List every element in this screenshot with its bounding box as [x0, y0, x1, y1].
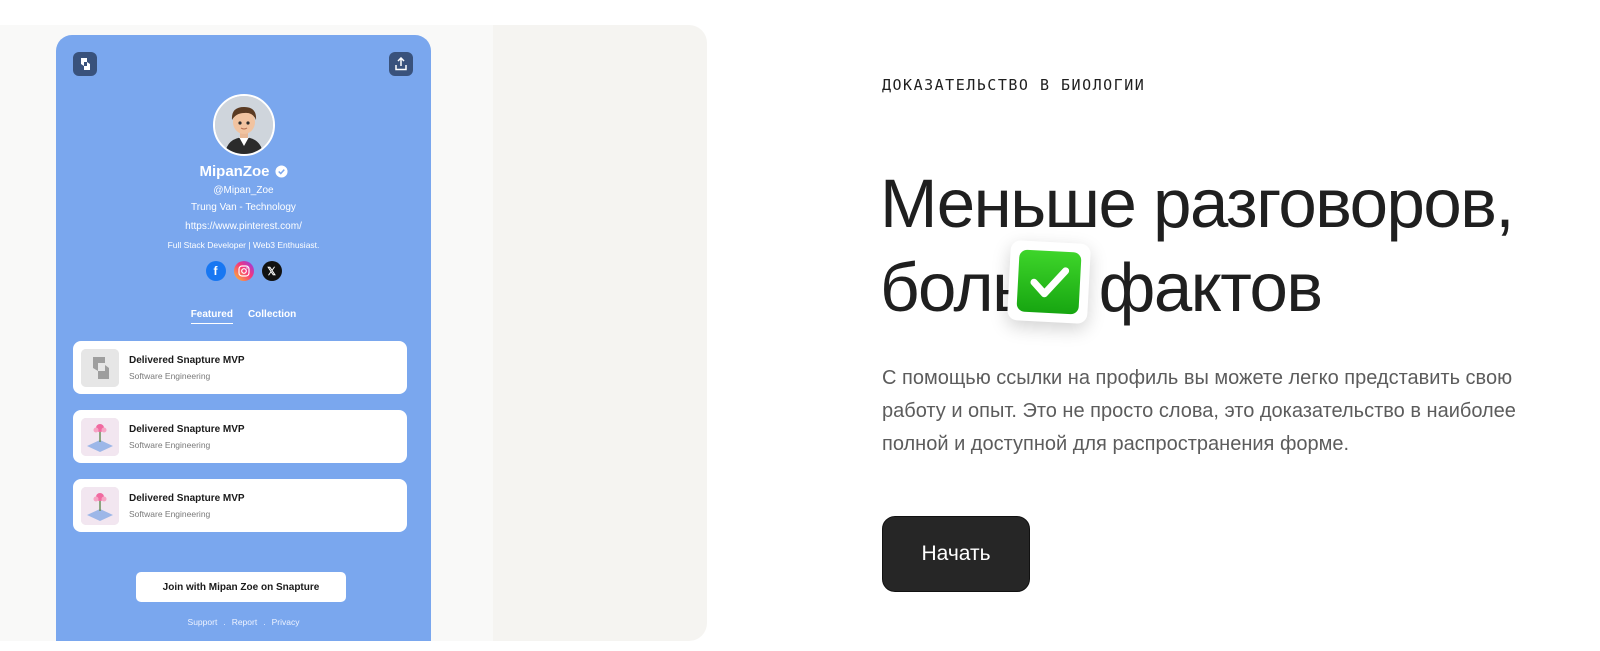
description-paragraph: С помощью ссылки на профиль вы можете ле…: [882, 367, 1516, 455]
profile-handle: @Mipan_Zoe: [213, 185, 274, 196]
snapture-logo-icon: [81, 349, 119, 387]
card-subtitle: Software Engineering: [129, 440, 211, 450]
x-icon[interactable]: 𝕏: [261, 261, 282, 281]
profile-tabs: Featured Collection: [56, 309, 431, 324]
section-eyebrow: ДОКАЗАТЕЛЬСТВО В БИОЛОГИИ: [882, 76, 1146, 94]
project-card[interactable]: Delivered Snapture MVP Software Engineer…: [73, 341, 407, 394]
facebook-icon[interactable]: f: [205, 261, 226, 281]
card-subtitle: Software Engineering: [129, 509, 211, 519]
snapture-logo-icon: [81, 58, 90, 70]
profile-name-row: MipanZoe: [56, 163, 431, 180]
share-button[interactable]: [389, 52, 413, 76]
instagram-icon[interactable]: [233, 261, 254, 281]
headline: Меньше разговоров, боль фактов: [880, 162, 1515, 330]
phone-profile-preview: MipanZoe @Mipan_Zoe Trung Van - Technolo…: [56, 35, 431, 641]
share-icon: [395, 57, 407, 71]
instagram-glyph: [237, 265, 250, 277]
footer-link-privacy[interactable]: Privacy: [272, 617, 300, 627]
avatar: [213, 94, 275, 156]
card-title: Delivered Snapture MVP: [129, 493, 245, 504]
headline-line-2-suffix: фактов: [1098, 249, 1323, 326]
artwork-thumbnail: [81, 418, 119, 456]
profile-name: MipanZoe: [199, 163, 270, 180]
footer-separator: .: [223, 617, 226, 627]
join-button[interactable]: Join with Mipan Zoe on Snapture: [136, 572, 346, 602]
social-links: f 𝕏: [56, 261, 431, 281]
start-button[interactable]: Начать: [882, 516, 1030, 592]
checkmark-box: [1016, 249, 1082, 315]
project-card[interactable]: Delivered Snapture MVP Software Engineer…: [73, 479, 407, 532]
project-card[interactable]: Delivered Snapture MVP Software Engineer…: [73, 410, 407, 463]
profile-subtitle: Trung Van - Technology: [191, 202, 296, 213]
footer-link-report[interactable]: Report: [232, 617, 258, 627]
snapture-logo-button[interactable]: [73, 52, 97, 76]
check-glyph: [1030, 267, 1069, 298]
tab-featured[interactable]: Featured: [190, 309, 233, 324]
card-title: Delivered Snapture MVP: [129, 355, 245, 366]
card-subtitle: Software Engineering: [129, 371, 211, 381]
footer-link-support[interactable]: Support: [188, 617, 218, 627]
verified-badge-icon: [274, 165, 288, 178]
artwork-thumbnail: [81, 487, 119, 525]
headline-line-1: Меньше разговоров,: [880, 165, 1515, 242]
profile-url[interactable]: https://www.pinterest.com/: [56, 221, 431, 232]
profile-footer: Support . Report . Privacy: [56, 617, 431, 627]
preview-panel: MipanZoe @Mipan_Zoe Trung Van - Technolo…: [0, 25, 707, 641]
artwork-image: [81, 418, 119, 456]
footer-separator: .: [263, 617, 266, 627]
profile-bio: Full Stack Developer | Web3 Enthusiast.: [167, 240, 320, 250]
tab-collection[interactable]: Collection: [248, 309, 296, 324]
headline-line-2: боль фактов: [880, 239, 1513, 330]
checkmark-icon: [1006, 239, 1091, 325]
artwork-image: [81, 487, 119, 525]
card-title: Delivered Snapture MVP: [129, 424, 245, 435]
avatar-illustration: [215, 96, 273, 154]
headline-line-2-prefix: боль: [880, 249, 1028, 326]
snapture-logo-thumbnail: [81, 349, 119, 387]
